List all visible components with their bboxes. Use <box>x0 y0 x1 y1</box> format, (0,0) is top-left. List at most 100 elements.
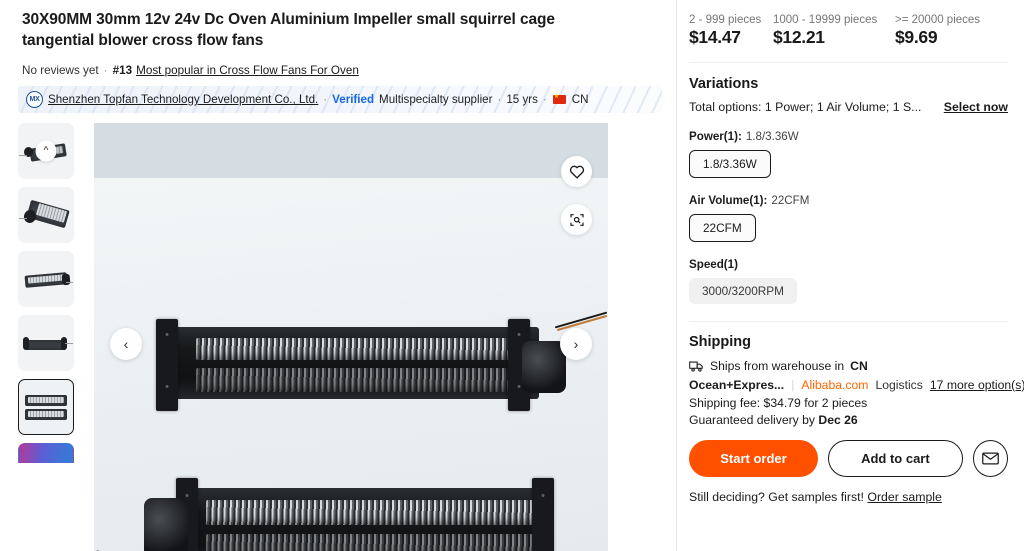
samples-text: Still deciding? Get samples first! <box>689 490 864 504</box>
alibaba-brand: Alibaba <box>801 378 843 392</box>
warehouse-line: Ships from warehouse in CN <box>689 359 1008 373</box>
more-options-link[interactable]: 17 more option(s) <box>930 378 1024 392</box>
delivery-estimate: Guaranteed delivery by Dec 26 <box>689 413 1008 427</box>
thumbnail-strip: ^ <box>18 123 80 551</box>
select-now-link[interactable]: Select now <box>944 100 1008 114</box>
price-tier: 2 - 999 pieces $14.47 <box>689 14 773 48</box>
truck-icon <box>689 361 703 372</box>
attribute-air-volume-name: Air Volume(1): <box>689 194 768 207</box>
image-search-button[interactable] <box>561 204 592 236</box>
price-tier: 1000 - 19999 pieces $12.21 <box>773 14 895 48</box>
divider <box>689 62 1008 63</box>
delivery-prefix: Guaranteed delivery by <box>689 413 816 427</box>
samples-prompt: Still deciding? Get samples first! Order… <box>689 490 1008 504</box>
attribute-power-name: Power(1): <box>689 130 742 143</box>
logistics-word: Logistics <box>875 378 923 392</box>
price-tier: >= 20000 pieces $9.69 <box>895 14 980 48</box>
gallery: ^ ‹ › <box>0 123 676 551</box>
attribute-speed-name: Speed(1) <box>689 258 738 271</box>
thumbnail-2[interactable] <box>18 187 74 244</box>
supplier-bar[interactable]: MX Shenzhen Topfan Technology Developmen… <box>18 86 662 114</box>
attribute-air-volume-label: Air Volume(1): 22CFM <box>689 194 1008 207</box>
chevron-right-icon: › <box>573 335 579 352</box>
tier-price: $12.21 <box>773 27 825 47</box>
gallery-next-button[interactable]: › <box>560 327 592 360</box>
thumbnail-5[interactable] <box>18 379 74 436</box>
thumbnail-4-image <box>19 316 73 370</box>
tier-quantity: 1000 - 19999 pieces <box>773 14 878 26</box>
gallery-prev-button[interactable]: ‹ <box>110 327 142 360</box>
attribute-speed-chip[interactable]: 3000/3200RPM <box>689 278 797 304</box>
product-gallery-column: 30X90MM 30mm 12v 24v Dc Oven Aluminium I… <box>0 0 676 551</box>
supplier-country: CN <box>571 93 589 107</box>
cta-row: Start order Add to cart <box>689 440 1008 477</box>
reviews-status: No reviews yet <box>22 64 99 78</box>
order-sample-link[interactable]: Order sample <box>867 490 942 504</box>
wishlist-button[interactable] <box>561 156 592 188</box>
start-order-button[interactable]: Start order <box>689 440 818 477</box>
shipping-fee: Shipping fee: $34.79 for 2 pieces <box>689 396 868 410</box>
variations-heading: Variations <box>689 76 759 92</box>
stage-top-band <box>94 123 608 179</box>
logistics-row: Ocean+Expres... | Alibaba.com Logistics … <box>689 378 1024 392</box>
tier-quantity: >= 20000 pieces <box>895 14 981 26</box>
warehouse-prefix: Ships from warehouse in <box>710 359 845 373</box>
product-meta-row: No reviews yet · #13 Most popular in Cro… <box>22 64 658 77</box>
thumbnail-2-image <box>19 188 73 242</box>
rank-badge: #13 <box>112 64 133 78</box>
attribute-air-volume-value: 22CFM <box>771 194 810 207</box>
attribute-power-label: Power(1): 1.8/3.36W <box>689 130 1008 143</box>
cn-flag-icon <box>552 92 566 105</box>
attribute-air-volume-chip[interactable]: 22CFM <box>689 214 756 242</box>
tier-price: $9.69 <box>895 27 938 47</box>
chevron-left-icon: ‹ <box>123 335 129 352</box>
product-image-fan-top <box>156 311 608 412</box>
attribute-speed: Speed(1) 3000/3200RPM <box>689 258 1008 304</box>
alibaba-domain: .com <box>842 378 869 392</box>
heart-icon <box>569 165 584 179</box>
message-supplier-button[interactable] <box>972 440 1008 477</box>
page-title: 30X90MM 30mm 12v 24v Dc Oven Aluminium I… <box>22 11 555 49</box>
product-header: 30X90MM 30mm 12v 24v Dc Oven Aluminium I… <box>0 0 676 77</box>
purchase-panel: 2 - 999 pieces $14.47 1000 - 19999 piece… <box>676 0 1024 551</box>
supplier-separator-3: · <box>542 93 547 107</box>
thumbnail-5-image <box>19 380 73 434</box>
meta-separator: · <box>103 64 108 78</box>
delivery-date: Dec 26 <box>818 413 858 427</box>
envelope-icon <box>982 452 999 465</box>
supplier-type: Multispecialty supplier <box>379 93 493 107</box>
attribute-power-chip[interactable]: 1.8/3.36W <box>689 150 771 178</box>
attribute-power-value: 1.8/3.36W <box>745 130 799 143</box>
thumbnail-3-image <box>19 252 73 306</box>
supplier-name-link[interactable]: Shenzhen Topfan Technology Development C… <box>48 93 318 106</box>
total-options-text: Total options: 1 Power; 1 Air Volume; 1 … <box>689 100 922 114</box>
supplier-separator-2: · <box>497 93 502 107</box>
attribute-air-volume: Air Volume(1): 22CFM 22CFM <box>689 194 1008 242</box>
thumbnail-4[interactable] <box>18 315 74 372</box>
verified-badge: Verified <box>332 93 375 107</box>
shipping-heading: Shipping <box>689 334 752 350</box>
add-to-cart-button[interactable]: Add to cart <box>828 440 963 477</box>
main-image-stage[interactable]: ‹ › <box>94 123 608 551</box>
image-search-icon <box>569 213 584 226</box>
supplier-logo-icon: MX <box>26 91 43 109</box>
logistics-divider: | <box>791 378 795 392</box>
tier-quantity: 2 - 999 pieces <box>689 14 762 26</box>
product-image-fan-bottom <box>96 478 584 551</box>
rank-category-link[interactable]: Most popular in Cross Flow Fans For Oven <box>136 64 359 77</box>
attribute-power: Power(1): 1.8/3.36W 1.8/3.36W <box>689 130 1008 178</box>
supplier-separator-1: · <box>323 93 328 107</box>
thumbnail-1[interactable]: ^ <box>18 123 74 180</box>
tier-price: $14.47 <box>689 27 741 47</box>
supplier-years: 15 yrs <box>506 93 538 107</box>
attribute-speed-label: Speed(1) <box>689 258 1008 271</box>
warehouse-country: CN <box>850 359 868 373</box>
variations-summary-row: Total options: 1 Power; 1 Air Volume; 1 … <box>689 100 1008 114</box>
alibaba-logo-text: Alibaba.com <box>801 378 868 392</box>
thumbnail-6[interactable] <box>18 443 74 464</box>
thumbnail-3[interactable] <box>18 251 74 308</box>
divider-2 <box>689 321 1008 322</box>
shipping-method: Ocean+Expres... <box>689 378 785 392</box>
product-detail-page: 30X90MM 30mm 12v 24v Dc Oven Aluminium I… <box>0 0 1024 551</box>
scroll-up-icon[interactable]: ^ <box>35 140 57 162</box>
